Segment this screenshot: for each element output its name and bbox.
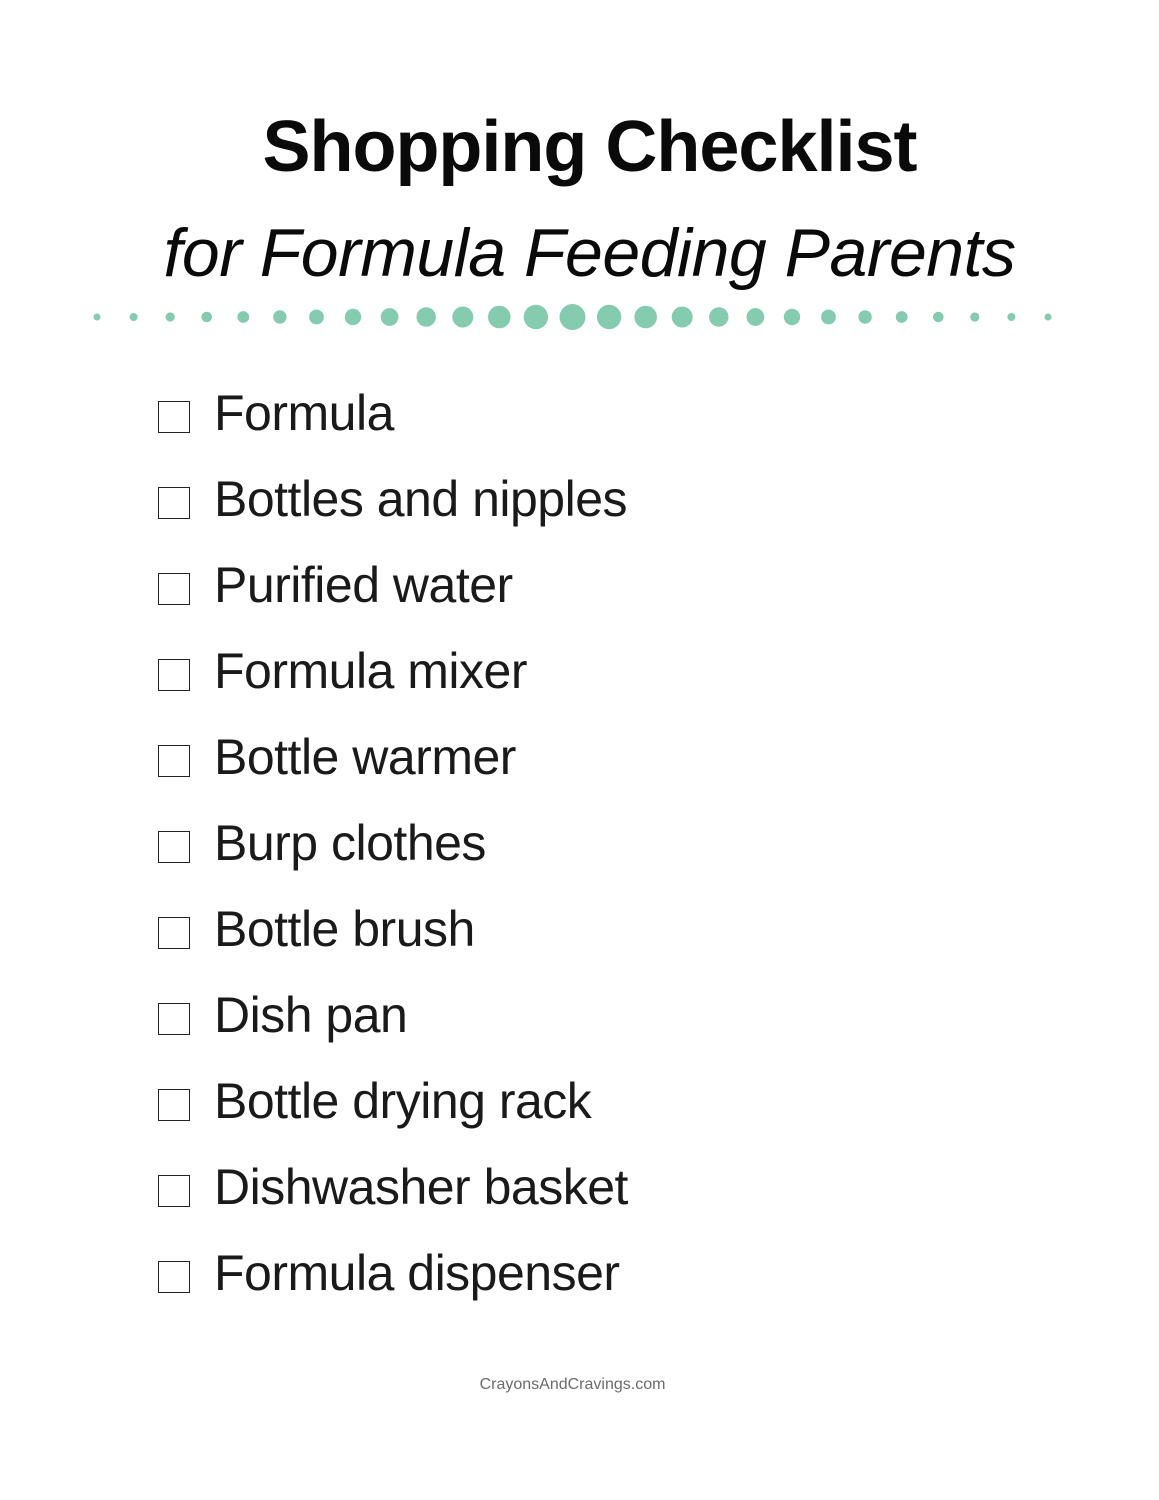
- dot-divider-icon: [93, 304, 1052, 330]
- divider-dot: [895, 311, 908, 323]
- divider-dot: [821, 309, 836, 325]
- checklist-item[interactable]: Dish pan: [158, 972, 628, 1058]
- checklist-item-label: Formula dispenser: [214, 1245, 620, 1301]
- divider-dot: [201, 311, 212, 323]
- checkbox-icon[interactable]: [158, 917, 190, 949]
- dot-divider: [0, 296, 1159, 340]
- divider-dot: [273, 310, 287, 324]
- checklist-item-label: Bottles and nipples: [214, 471, 628, 527]
- footer-site-credit: CrayonsAndCravings.com: [479, 1376, 666, 1393]
- divider-dot: [237, 311, 250, 323]
- checkbox-icon[interactable]: [158, 659, 190, 691]
- checklist-item[interactable]: Bottle drying rack: [158, 1058, 628, 1144]
- divider-dot: [671, 306, 693, 328]
- divider-dot: [933, 311, 944, 323]
- divider-dot: [634, 305, 657, 329]
- checklist-item-label: Bottle drying rack: [214, 1073, 592, 1129]
- divider-dot: [129, 313, 138, 321]
- divider-dot: [559, 304, 586, 330]
- checklist-item[interactable]: Purified water: [158, 542, 628, 628]
- checkbox-icon[interactable]: [158, 401, 190, 433]
- checklist-item-label: Purified water: [214, 557, 513, 613]
- divider-dot: [452, 306, 474, 328]
- divider-dot: [93, 313, 101, 321]
- divider-dot: [1007, 313, 1016, 321]
- divider-dot: [970, 312, 980, 322]
- checkbox-icon[interactable]: [158, 1175, 190, 1207]
- divider-dot: [380, 308, 399, 326]
- page-title: Shopping Checklist: [262, 107, 917, 187]
- page-subtitle: for Formula Feeding Parents: [163, 215, 1016, 291]
- checklist-item[interactable]: Bottle warmer: [158, 714, 628, 800]
- checkbox-icon[interactable]: [158, 1089, 190, 1121]
- checkbox-icon[interactable]: [158, 1003, 190, 1035]
- checkbox-icon[interactable]: [158, 1261, 190, 1293]
- divider-dot: [1044, 313, 1052, 321]
- checklist-item-label: Dish pan: [214, 987, 408, 1043]
- checklist-item[interactable]: Bottle brush: [158, 886, 628, 972]
- checklist-item[interactable]: Dishwasher basket: [158, 1144, 628, 1230]
- checklist-item[interactable]: Bottles and nipples: [158, 456, 628, 542]
- divider-dot: [488, 305, 511, 329]
- checklist-item[interactable]: Formula mixer: [158, 628, 628, 714]
- checklist-item[interactable]: Formula: [158, 370, 628, 456]
- checklist-item-label: Bottle warmer: [214, 729, 516, 785]
- checkbox-icon[interactable]: [158, 831, 190, 863]
- divider-dot: [858, 310, 872, 324]
- checklist-item-label: Dishwasher basket: [214, 1159, 628, 1215]
- checklist-item-label: Burp clothes: [214, 815, 486, 871]
- divider-dot: [523, 304, 549, 330]
- checklist-item[interactable]: Burp clothes: [158, 800, 628, 886]
- divider-dot: [783, 308, 801, 326]
- divider-dot: [596, 304, 622, 330]
- divider-dot: [344, 308, 362, 326]
- checklist-item-label: Bottle brush: [214, 901, 475, 957]
- checklist-item-label: Formula mixer: [214, 643, 527, 699]
- checklist-item-label: Formula: [214, 385, 394, 441]
- divider-dot: [309, 309, 324, 325]
- checklist: Formula Bottles and nipples Purified wat…: [158, 370, 628, 1316]
- checklist-item[interactable]: Formula dispenser: [158, 1230, 628, 1316]
- divider-dot: [416, 307, 436, 327]
- divider-dot: [746, 308, 765, 326]
- divider-dot: [709, 307, 729, 327]
- checkbox-icon[interactable]: [158, 573, 190, 605]
- checkbox-icon[interactable]: [158, 487, 190, 519]
- checkbox-icon[interactable]: [158, 745, 190, 777]
- divider-dot: [165, 312, 175, 322]
